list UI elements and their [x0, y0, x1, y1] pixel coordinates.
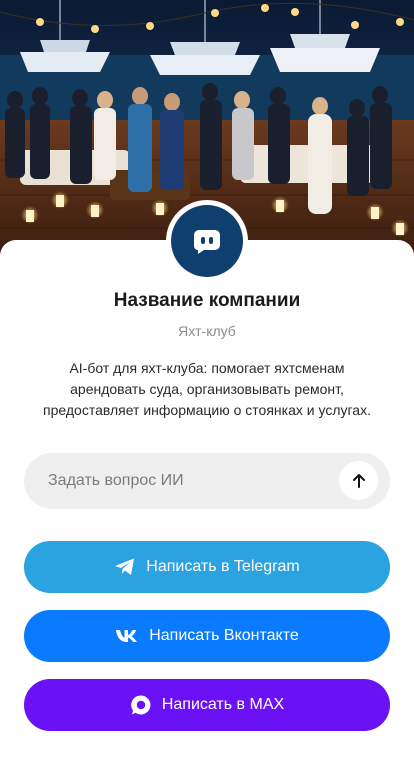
company-name: Название компании — [113, 290, 301, 311]
ask-ai-input[interactable] — [48, 453, 328, 509]
vk-button[interactable]: Написать Вконтакте — [24, 610, 390, 662]
chat-bot-icon — [171, 205, 243, 277]
company-category: Яхт-клуб — [178, 323, 236, 339]
telegram-icon — [114, 557, 136, 577]
max-button-label: Написать в MAX — [161, 696, 285, 713]
telegram-button-label: Написать в Telegram — [146, 558, 300, 575]
description-line: арендовать суда, организовывать ремонт, — [70, 381, 344, 397]
vk-button-label: Написать Вконтакте — [149, 627, 299, 644]
company-avatar — [166, 200, 248, 282]
send-button[interactable] — [339, 461, 378, 500]
telegram-button[interactable]: Написать в Telegram — [24, 541, 390, 593]
ask-ai-box — [24, 453, 390, 509]
description-line: предоставляет информацию о стоянках и ус… — [43, 402, 371, 418]
max-icon — [130, 694, 152, 716]
company-description: AI-бот для яхт-клуба: помогает яхтсменам… — [20, 358, 394, 421]
vk-icon — [115, 629, 139, 643]
page: Название компании Яхт-клуб AI-бот для ях… — [0, 0, 414, 770]
description-line: AI-бот для яхт-клуба: помогает яхтсменам — [69, 360, 345, 376]
max-button[interactable]: Написать в MAX — [24, 679, 390, 731]
arrow-up-icon — [352, 473, 365, 488]
